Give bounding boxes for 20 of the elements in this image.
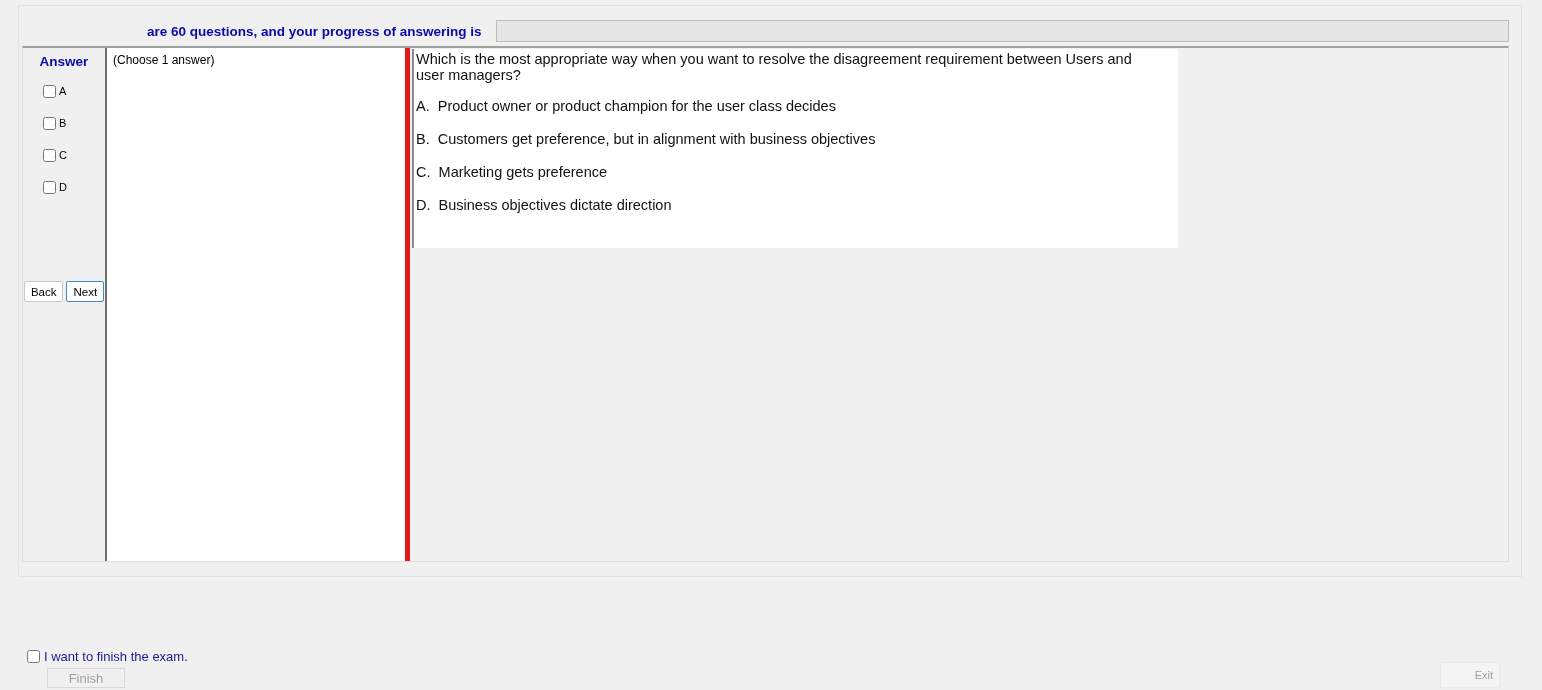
answer-checkbox[interactable] (43, 148, 56, 162)
choice-text: A. Product owner or product champion for the user class decides (416, 98, 837, 115)
option-label: A (59, 85, 67, 97)
choice-text: B. Customers get preference, but in alignment with business objectives (416, 131, 877, 148)
choice-text: D. Business objectives dictate direction (416, 197, 673, 214)
answer-checkbox[interactable] (43, 84, 56, 98)
choice-text: C. Marketing gets preference (416, 164, 608, 181)
nav-button[interactable]: Back (23, 281, 64, 302)
answer-heading: Answer (39, 54, 89, 69)
answer-checkbox[interactable] (43, 180, 56, 194)
nav-button[interactable]: Next (66, 281, 105, 302)
finish-label: I want to finish the exam. (44, 649, 188, 664)
finish-checkbox[interactable] (27, 650, 40, 663)
option-label: B (59, 117, 67, 129)
option-label: D (59, 181, 67, 193)
question-text: Which is the most appropriate way when you want to resolve the disagreement requirement between Users and user managers? (416, 51, 1133, 83)
answer-checkbox[interactable] (43, 116, 56, 130)
progress-label: are 60 questions, and your progress of answering is (147, 23, 482, 39)
option-label: C (59, 149, 67, 161)
instruction-text: (Choose 1 answer) (113, 53, 215, 67)
